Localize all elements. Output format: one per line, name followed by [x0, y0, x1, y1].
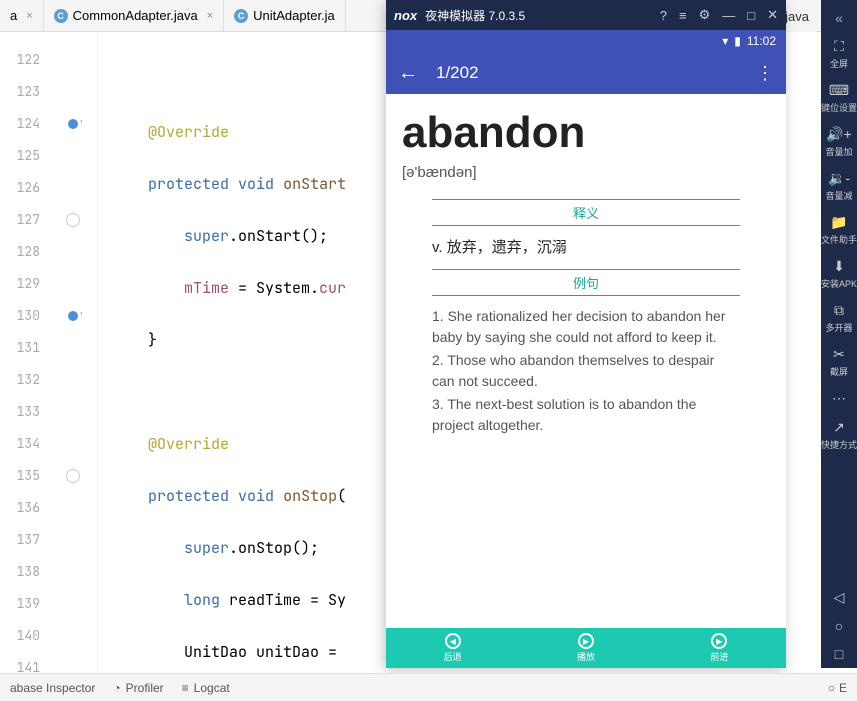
keyboard-icon: ⌨ — [829, 82, 849, 99]
example-label: 例句 — [432, 269, 740, 296]
android-statusbar: ▾ ▮ 11:02 — [386, 30, 786, 52]
ide-bottom-bar: abase Inspector ◔Profiler ≡Logcat ○E — [0, 673, 857, 701]
logcat-icon: ≡ — [182, 681, 189, 695]
sidebar-more[interactable]: ⋯ — [821, 384, 857, 413]
profiler-icon: ◔ — [113, 681, 120, 695]
maximize-icon[interactable]: □ — [747, 8, 755, 23]
collapse-icon[interactable]: « — [835, 4, 843, 32]
profiler-button[interactable]: ◔Profiler — [113, 681, 163, 695]
more-icon: ⋯ — [832, 390, 846, 407]
status-time: 11:02 — [747, 34, 776, 48]
windows-icon: ⧉ — [834, 302, 844, 319]
wifi-icon: ▾ — [722, 34, 728, 48]
emulator-title: 夜神模拟器 7.0.3.5 — [425, 7, 525, 24]
battery-icon: ▮ — [734, 34, 741, 48]
sidebar-volume-up[interactable]: 🔊+音量加 — [821, 120, 857, 164]
fullscreen-icon: ⛶ — [834, 38, 844, 55]
emulator-screen[interactable]: ▾ ▮ 11:02 ← 1/202 ⋮ abandon [ə'bændən] 释… — [386, 30, 786, 668]
sidebar-install-apk[interactable]: ⬇安装APK — [821, 252, 857, 296]
sidebar-screenshot[interactable]: ✂截屏 — [821, 340, 857, 384]
nav-next-button[interactable]: ▶前进 — [653, 628, 786, 668]
help-icon[interactable]: ? — [660, 8, 667, 23]
scissors-icon: ✂ — [833, 346, 845, 363]
definition-label: 释义 — [432, 199, 740, 226]
example-2: 2. Those who abandon themselves to despa… — [432, 350, 740, 392]
override-marker-icon[interactable] — [68, 119, 78, 129]
recents-icon: □ — [835, 646, 843, 662]
java-class-icon: C — [54, 9, 68, 23]
back-arrow-icon[interactable]: ← — [398, 62, 418, 85]
nox-logo: nox — [394, 8, 417, 23]
minimize-icon[interactable]: — — [722, 8, 735, 23]
tab-label: CommonAdapter.java — [73, 8, 198, 23]
close-icon[interactable]: × — [207, 10, 213, 22]
circle-icon: ○ — [828, 681, 835, 695]
emulator-titlebar[interactable]: nox 夜神模拟器 7.0.3.5 ? ≡ ⚙ — □ ✕ — [386, 0, 786, 30]
tab-unitadapter[interactable]: C UnitAdapter.ja — [224, 0, 346, 31]
android-back-button[interactable]: ◁ — [821, 583, 857, 612]
java-class-icon: C — [234, 9, 248, 23]
play-icon: ▶ — [578, 633, 594, 649]
page-counter: 1/202 — [436, 63, 479, 83]
tab-label: a — [10, 8, 17, 23]
tab-partial-left[interactable]: a× — [0, 0, 44, 31]
sidebar-multi-instance[interactable]: ⧉多开器 — [821, 296, 857, 340]
android-recents-button[interactable]: □ — [821, 640, 857, 668]
menu-icon[interactable]: ≡ — [679, 8, 687, 23]
android-home-button[interactable]: ○ — [821, 612, 857, 640]
emulator-window: nox 夜神模拟器 7.0.3.5 ? ≡ ⚙ — □ ✕ ▾ ▮ 11:02 … — [386, 0, 786, 668]
volume-up-icon: 🔊+ — [826, 126, 852, 143]
next-icon: ▶ — [711, 633, 727, 649]
folder-icon: 📁 — [830, 214, 847, 231]
download-icon: ⬇ — [833, 258, 845, 275]
nav-play-button[interactable]: ▶播放 — [519, 628, 652, 668]
titlebar-actions: ? ≡ ⚙ — □ ✕ — [660, 7, 778, 23]
tab-commonadapter[interactable]: C CommonAdapter.java × — [44, 0, 224, 31]
word-title: abandon — [402, 108, 770, 158]
settings-icon[interactable]: ⚙ — [699, 7, 711, 23]
fold-icon[interactable] — [66, 469, 80, 483]
example-3: 3. The next-best solution is to abandon … — [432, 394, 740, 436]
fold-icon[interactable] — [66, 213, 80, 227]
database-inspector-button[interactable]: abase Inspector — [10, 681, 95, 695]
sidebar-keymap[interactable]: ⌨键位设置 — [821, 76, 857, 120]
logcat-button[interactable]: ≡Logcat — [182, 681, 230, 695]
word-definition: v. 放弃，遗弃，沉溺 — [402, 236, 770, 269]
sidebar-volume-down[interactable]: 🔉-音量减 — [821, 164, 857, 208]
nav-back-button[interactable]: ◀后退 — [386, 628, 519, 668]
bottom-nav: ◀后退 ▶播放 ▶前进 — [386, 628, 786, 668]
close-icon[interactable]: ✕ — [767, 7, 778, 23]
event-log-button[interactable]: ○E — [828, 681, 847, 695]
word-content: abandon [ə'bændən] 释义 v. 放弃，遗弃，沉溺 例句 1. … — [386, 94, 786, 452]
word-phonetic: [ə'bændən] — [402, 164, 770, 181]
sidebar-fullscreen[interactable]: ⛶全屏 — [821, 32, 857, 76]
tab-label: UnitAdapter.ja — [253, 8, 335, 23]
override-marker-icon[interactable] — [68, 311, 78, 321]
back-icon: ◁ — [834, 589, 845, 606]
gutter-markers — [48, 32, 98, 672]
prev-icon: ◀ — [445, 633, 461, 649]
overflow-menu-icon[interactable]: ⋮ — [756, 63, 774, 84]
example-1: 1. She rationalized her decision to aban… — [432, 306, 740, 348]
shortcut-icon: ↗ — [833, 419, 845, 436]
sidebar-shortcut[interactable]: ↗快捷方式 — [821, 413, 857, 457]
app-toolbar: ← 1/202 ⋮ — [386, 52, 786, 94]
home-icon: ○ — [835, 618, 843, 634]
close-icon[interactable]: × — [26, 10, 32, 22]
word-examples: 1. She rationalized her decision to aban… — [402, 306, 770, 436]
volume-down-icon: 🔉- — [828, 170, 850, 187]
sidebar-file-assist[interactable]: 📁文件助手 — [821, 208, 857, 252]
emulator-sidebar: « ⛶全屏 ⌨键位设置 🔊+音量加 🔉-音量减 📁文件助手 ⬇安装APK ⧉多开… — [821, 0, 857, 668]
line-gutter: 1221231241251261271281291301311321331341… — [0, 32, 48, 672]
